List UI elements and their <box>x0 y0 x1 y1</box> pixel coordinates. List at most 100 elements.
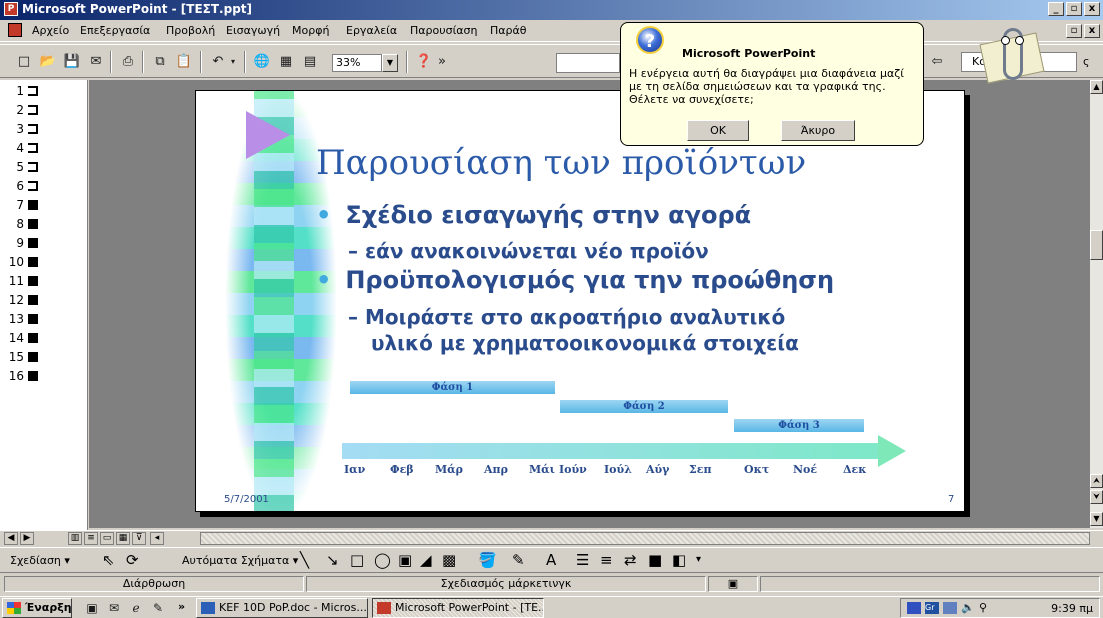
outline-slide-row[interactable]: 4 <box>6 141 76 159</box>
office-assistant[interactable] <box>975 20 1047 90</box>
doc-close-button[interactable]: x <box>1084 24 1100 38</box>
3d-icon[interactable]: ◧ <box>672 551 686 569</box>
line-color-icon[interactable]: ✎ <box>512 551 525 569</box>
arrow-style-icon[interactable]: ⇄ <box>624 551 637 569</box>
open-folder-icon[interactable]: 📂 <box>38 52 58 72</box>
slide-canvas[interactable]: Παρουσίαση των προϊόντων • Σχέδιο εισαγωγ… <box>195 90 965 512</box>
shadow-icon[interactable]: ■ <box>648 551 662 569</box>
task-word-document[interactable]: KEF 10D PoP.doc - Micros... <box>196 598 368 618</box>
toolbar-options-icon[interactable]: » <box>436 52 448 72</box>
outline-slide-row[interactable]: 11 <box>6 274 76 292</box>
outline-slide-row[interactable]: 9 <box>6 236 76 254</box>
sub-bullet-distribute-line2[interactable]: υλικό με χρηματοοικονομικά στοιχεία <box>371 331 799 355</box>
outline-slide-row[interactable]: 13 <box>6 312 76 330</box>
table-icon[interactable]: ▦ <box>276 52 296 72</box>
restore-button[interactable]: ▫ <box>1066 2 1082 16</box>
outline-slide-row[interactable]: 12 <box>6 293 76 311</box>
document-icon[interactable] <box>8 23 22 37</box>
wordart-icon[interactable]: ◢ <box>420 551 432 569</box>
doc-restore-button[interactable]: ▫ <box>1066 24 1082 38</box>
dash-style-icon[interactable]: ≡ <box>600 551 613 569</box>
scroll-thumb[interactable] <box>1090 230 1103 260</box>
help-icon[interactable]: ❓ <box>414 52 434 72</box>
toolbar-options-icon[interactable]: ▾ <box>696 551 701 569</box>
free-rotate-icon[interactable]: ⟳ <box>126 551 139 569</box>
line-style-icon[interactable]: ☰ <box>576 551 589 569</box>
scroll-down-icon[interactable]: ▼ <box>1090 512 1103 526</box>
scroll-up-icon[interactable]: ▲ <box>1090 80 1103 94</box>
outline-slide-row[interactable]: 16 <box>6 369 76 387</box>
outline-slide-row[interactable]: 1 <box>6 84 76 102</box>
clipart-icon[interactable]: ▩ <box>442 551 456 569</box>
outline-slide-row[interactable]: 8 <box>6 217 76 235</box>
internet-explorer-icon[interactable]: ℯ <box>126 598 146 618</box>
cancel-button[interactable]: Άκυρο <box>781 120 855 141</box>
outline-slide-row[interactable]: 10 <box>6 255 76 273</box>
quicklaunch-app-icon[interactable]: ✎ <box>148 598 168 618</box>
back-arrow-icon[interactable]: ⇦ <box>927 52 947 72</box>
arrow-tool-icon[interactable]: ↘ <box>326 551 339 569</box>
font-box[interactable] <box>556 53 620 73</box>
outline-slide-row[interactable]: 2 <box>6 103 76 121</box>
menu-file[interactable]: Αρχείο <box>32 24 69 37</box>
outline-slide-row[interactable]: 15 <box>6 350 76 368</box>
phase-1-bar[interactable]: Φάση 1 <box>350 381 555 394</box>
outline-slide-row[interactable]: 14 <box>6 331 76 349</box>
language-icon[interactable]: Gr <box>925 602 939 614</box>
outline-view-icon[interactable]: ≡ <box>84 532 98 545</box>
prev-slide-icon[interactable]: ⮝ <box>1090 474 1103 488</box>
zoom-input[interactable]: 33% <box>332 54 382 72</box>
textbox-tool-icon[interactable]: ▣ <box>398 551 412 569</box>
next-slide-icon[interactable]: ⮟ <box>1090 490 1103 504</box>
menu-format[interactable]: Μορφή <box>292 24 329 37</box>
undo-dropdown-icon[interactable]: ▾ <box>228 52 238 72</box>
show-desktop-icon[interactable]: ▣ <box>82 598 102 618</box>
phase-2-bar[interactable]: Φάση 2 <box>560 400 728 413</box>
hyperlink-icon[interactable]: 🌐 <box>252 52 272 72</box>
chart-icon[interactable]: ▤ <box>300 52 320 72</box>
search-icon[interactable]: ⚲ <box>979 602 993 614</box>
powerpoint-icon[interactable]: P <box>4 2 18 16</box>
outline-slide-row[interactable]: 3 <box>6 122 76 140</box>
hscroll-left-icon[interactable]: ◂ <box>150 532 164 545</box>
bullet-budget[interactable]: • Προϋπολογισμός για την προώθηση <box>316 266 834 294</box>
fill-color-icon[interactable]: 🪣 <box>478 551 497 569</box>
rectangle-tool-icon[interactable]: □ <box>350 551 364 569</box>
font-color-icon[interactable]: A <box>546 551 556 569</box>
menu-tools[interactable]: Εργαλεία <box>346 24 397 37</box>
email-icon[interactable]: ✉ <box>86 52 106 72</box>
quicklaunch-chevron[interactable]: » <box>178 600 185 613</box>
normal-view-icon[interactable]: ▥ <box>68 532 82 545</box>
print-icon[interactable]: ⎙ <box>118 52 138 72</box>
phase-3-bar[interactable]: Φάση 3 <box>734 419 864 432</box>
slide-title[interactable]: Παρουσίαση των προϊόντων <box>316 143 806 183</box>
line-tool-icon[interactable]: ╲ <box>300 551 309 569</box>
vertical-scrollbar[interactable]: ▲ ⮝ ⮟ ▼ <box>1089 80 1103 528</box>
menu-edit[interactable]: Επεξεργασία <box>80 24 150 37</box>
start-button[interactable]: Έναρξη <box>2 598 72 618</box>
outline-slide-row[interactable]: 6 <box>6 179 76 197</box>
new-file-icon[interactable]: □ <box>14 52 34 72</box>
minimize-button[interactable]: _ <box>1048 2 1064 16</box>
sub-bullet-distribute-line1[interactable]: – Μοιράστε στο ακροατήριο αναλυτικό <box>348 305 785 329</box>
outline-slide-row[interactable]: 5 <box>6 160 76 178</box>
scroll-right-icon[interactable]: ▶ <box>20 532 34 545</box>
zoom-dropdown-icon[interactable]: ▼ <box>382 54 398 72</box>
antivirus-icon[interactable] <box>907 602 921 614</box>
outline-slide-row[interactable]: 7 <box>6 198 76 216</box>
ok-button[interactable]: OK <box>687 120 749 141</box>
horizontal-scrollbar[interactable] <box>200 532 1090 545</box>
paste-icon[interactable]: 📋 <box>174 52 194 72</box>
menu-slideshow[interactable]: Παρουσίαση <box>410 24 478 37</box>
network-icon[interactable] <box>943 602 957 614</box>
slideshow-view-icon[interactable]: ⊽ <box>132 532 146 545</box>
draw-menu-button[interactable]: Σχεδίαση ▾ <box>10 554 70 567</box>
close-button[interactable]: x <box>1084 2 1100 16</box>
task-powerpoint[interactable]: Microsoft PowerPoint - [TE... <box>372 598 544 618</box>
spelling-status-icon[interactable]: ▣ <box>708 576 758 592</box>
menu-insert[interactable]: Εισαγωγή <box>226 24 280 37</box>
quicklaunch-explorer-icon[interactable]: ✉ <box>104 598 124 618</box>
menu-view[interactable]: Προβολή <box>166 24 215 37</box>
scroll-left-icon[interactable]: ◀ <box>4 532 18 545</box>
select-pointer-icon[interactable]: ⇖ <box>102 551 115 569</box>
